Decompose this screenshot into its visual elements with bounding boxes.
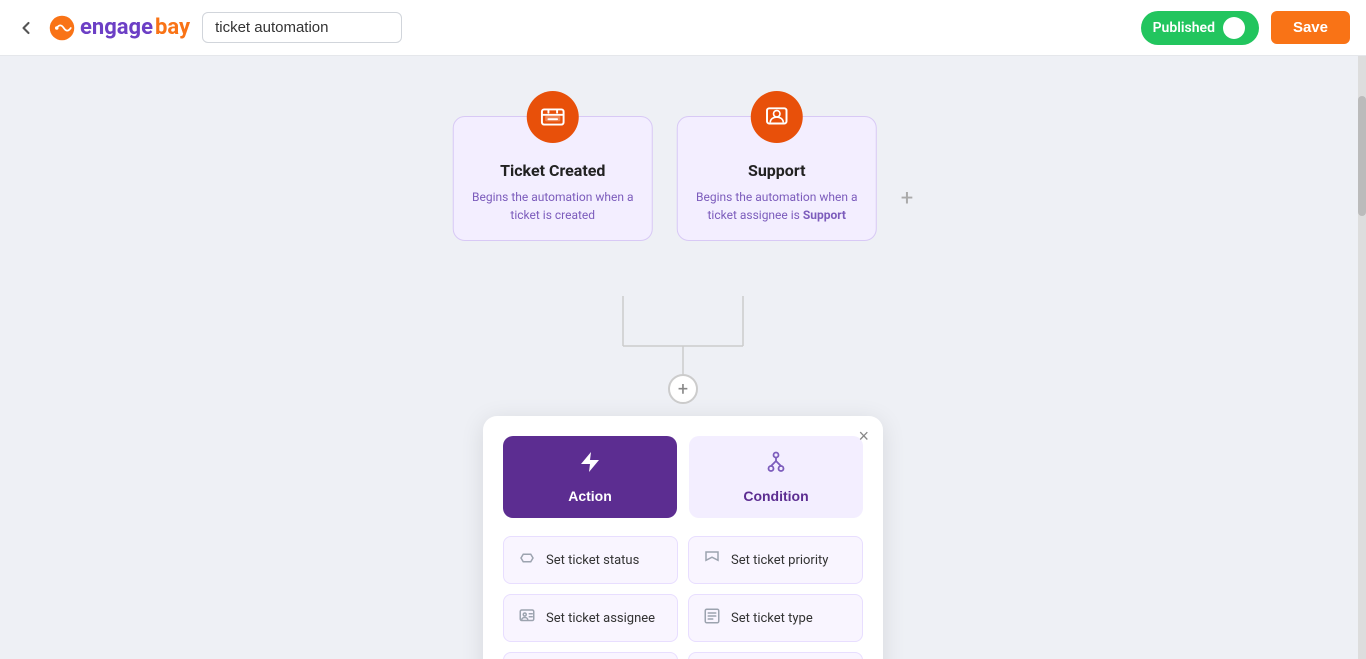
published-label: Published <box>1153 20 1215 36</box>
logo-bay-text: bay <box>155 15 190 40</box>
ticket-created-body: Ticket Created Begins the automation whe… <box>470 161 636 224</box>
action-condition-panel: × Action <box>483 416 883 659</box>
back-button[interactable] <box>16 18 36 38</box>
connector-lines <box>553 296 813 386</box>
ticket-assignee-icon <box>518 607 536 629</box>
action-tab-icon <box>578 450 602 480</box>
ticket-created-icon-wrap <box>527 91 579 143</box>
support-body: Support Begins the automation when a tic… <box>694 161 860 224</box>
panel-close-button[interactable]: × <box>858 426 869 447</box>
panel-tabs: Action Condition <box>503 436 863 518</box>
action-item-add-to-sequence[interactable]: Add to sequence <box>503 652 678 659</box>
condition-tab-icon <box>764 450 788 480</box>
action-item-set-ticket-assignee[interactable]: Set ticket assignee <box>503 594 678 642</box>
ticket-icon <box>540 104 566 130</box>
bolt-icon <box>578 450 602 474</box>
trigger-card-ticket-created[interactable]: Ticket Created Begins the automation whe… <box>453 116 653 241</box>
toggle-circle <box>1223 17 1245 39</box>
ticket-status-icon <box>518 549 536 571</box>
add-trigger-button[interactable]: + <box>901 186 913 211</box>
logo[interactable]: engagebay <box>48 14 190 42</box>
tab-action[interactable]: Action <box>503 436 677 518</box>
trigger-card-support[interactable]: Support Begins the automation when a tic… <box>677 116 877 241</box>
ticket-created-title: Ticket Created <box>470 161 636 180</box>
canvas: Ticket Created Begins the automation whe… <box>0 56 1366 659</box>
logo-icon <box>48 14 76 42</box>
condition-tab-label: Condition <box>743 488 808 504</box>
support-desc-bold: Support <box>803 208 846 222</box>
support-title: Support <box>694 161 860 180</box>
logo-engage-text: engage <box>80 15 153 40</box>
condition-icon <box>764 450 788 474</box>
action-item-set-ticket-priority[interactable]: Set ticket priority <box>688 536 863 584</box>
action-item-set-ticket-assignee-label: Set ticket assignee <box>546 611 655 626</box>
scrollbar[interactable] <box>1358 56 1366 659</box>
action-item-set-ticket-type[interactable]: Set ticket type <box>688 594 863 642</box>
action-item-set-ticket-type-label: Set ticket type <box>731 611 813 626</box>
save-button[interactable]: Save <box>1271 11 1350 44</box>
automation-title-input[interactable] <box>202 12 402 43</box>
action-item-remove-from-sequence[interactable]: Remove from sequence <box>688 652 863 659</box>
action-item-set-ticket-status[interactable]: Set ticket status <box>503 536 678 584</box>
add-node-button[interactable]: + <box>668 374 698 404</box>
action-items-grid: Set ticket status Set ticket priority <box>503 536 863 659</box>
published-toggle[interactable]: Published <box>1141 11 1259 45</box>
ticket-priority-icon <box>703 549 721 571</box>
action-tab-label: Action <box>568 488 612 504</box>
action-item-set-ticket-priority-label: Set ticket priority <box>731 553 828 568</box>
header: engagebay Published Save <box>0 0 1366 56</box>
action-item-set-ticket-status-label: Set ticket status <box>546 553 639 568</box>
ticket-created-desc: Begins the automation when a ticket is c… <box>470 188 636 224</box>
support-desc: Begins the automation when a ticket assi… <box>694 188 860 224</box>
ticket-type-icon <box>703 607 721 629</box>
tab-condition[interactable]: Condition <box>689 436 863 518</box>
trigger-area: Ticket Created Begins the automation whe… <box>453 116 913 241</box>
support-icon <box>764 104 790 130</box>
support-icon-wrap <box>751 91 803 143</box>
scrollbar-thumb <box>1358 96 1366 216</box>
